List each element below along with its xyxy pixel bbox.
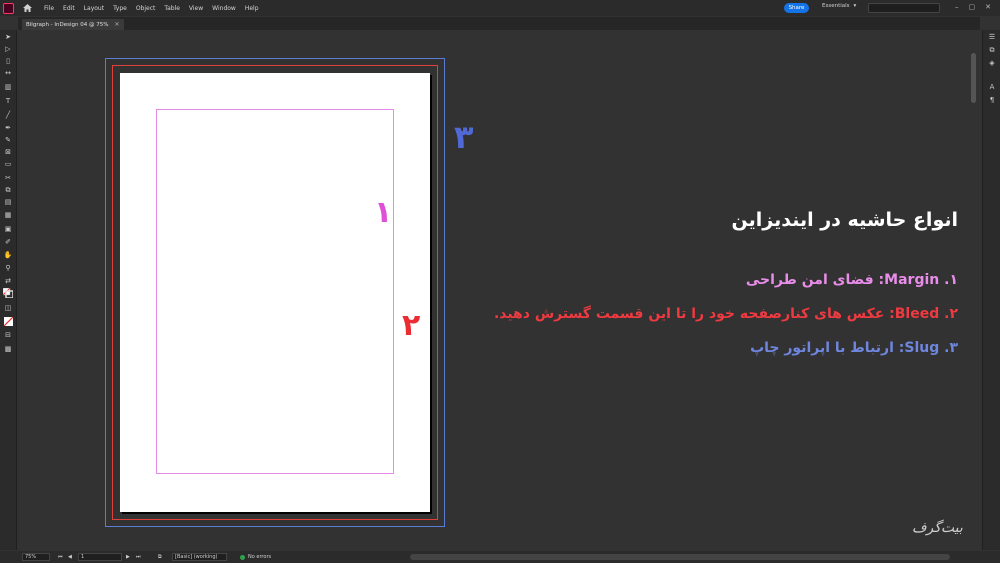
bleed-number-label: ۲ <box>402 308 421 343</box>
properties-panel-icon[interactable]: ☰ <box>987 32 997 42</box>
layers-panel-icon[interactable]: ◈ <box>987 58 997 68</box>
paragraph-panel-icon[interactable]: ¶ <box>987 95 997 105</box>
margin-guide <box>156 109 394 474</box>
menu-items: File Edit Layout Type Object Table View … <box>44 5 259 12</box>
margin-number-label: ۱ <box>374 195 393 230</box>
horizontal-scrollbar[interactable] <box>410 554 950 560</box>
panel-dock: ☰ ⧉ ◈ A ¶ <box>982 30 1000 550</box>
formatting-container-icon[interactable]: ◫ <box>3 303 13 313</box>
prev-page-button[interactable]: ◀ <box>68 553 72 561</box>
home-icon[interactable] <box>22 3 32 13</box>
indesign-logo-icon <box>3 2 14 14</box>
selection-tool-icon[interactable]: ➤ <box>3 32 13 42</box>
page-number-value: 1 <box>81 554 85 560</box>
first-page-button[interactable]: ⏮ <box>58 553 63 561</box>
info-line-bleed: ۲. Bleed: عکس های کنارصفحه خود را تا این… <box>493 306 958 322</box>
content-collector-icon[interactable]: ▥ <box>3 82 13 92</box>
search-input[interactable] <box>868 3 940 13</box>
scissors-tool-icon[interactable]: ✂ <box>3 173 13 183</box>
document-tab[interactable]: Bilgraph - InDesign 04 @ 75% ✕ <box>22 19 124 30</box>
info-title: انواع حاشیه در ایندیزاین <box>731 209 958 231</box>
line-tool-icon[interactable]: ╱ <box>3 110 13 120</box>
direct-selection-tool-icon[interactable]: ▷ <box>3 44 13 54</box>
pencil-tool-icon[interactable]: ✎ <box>3 135 13 145</box>
gradient-feather-tool-icon[interactable]: ▦ <box>3 210 13 220</box>
info-line-margin: ۱. Margin: فضای امن طراحی <box>745 272 958 288</box>
share-button[interactable]: Share <box>784 3 809 13</box>
document-tab-bar: Bilgraph - InDesign 04 @ 75% ✕ <box>18 17 980 30</box>
preflight-ok-icon <box>240 554 245 560</box>
page-tool-icon[interactable]: ▯ <box>3 56 13 66</box>
hand-tool-icon[interactable]: ✋ <box>3 250 13 260</box>
gap-tool-icon[interactable]: ↔ <box>3 68 13 78</box>
rectangle-tool-icon[interactable]: ▭ <box>3 159 13 169</box>
character-panel-icon[interactable]: A <box>987 82 997 92</box>
zoom-tool-icon[interactable]: ⚲ <box>3 263 13 273</box>
pages-panel-icon[interactable]: ⧉ <box>987 45 997 55</box>
menu-object[interactable]: Object <box>136 5 156 12</box>
scrollbar-thumb[interactable] <box>971 53 976 103</box>
fill-stroke-swatch-icon[interactable] <box>3 288 13 298</box>
type-tool-icon[interactable]: T <box>3 96 13 106</box>
maximize-icon[interactable]: ▢ <box>969 3 976 11</box>
zoom-field[interactable]: 75% <box>22 553 50 561</box>
apply-none-icon[interactable] <box>3 316 13 326</box>
menu-type[interactable]: Type <box>113 5 127 12</box>
free-transform-tool-icon[interactable]: ⧉ <box>3 185 13 195</box>
menu-file[interactable]: File <box>44 5 54 12</box>
page-number-field[interactable]: 1 <box>78 553 122 561</box>
watermark-logo: بیت‌گرف <box>912 520 963 536</box>
next-page-button[interactable]: ▶ <box>126 553 130 561</box>
tools-panel: ➤ ▷ ▯ ↔ ▥ T ╱ ✒ ✎ ⊠ ▭ ✂ ⧉ ▤ ▦ ▣ ✐ ✋ ⚲ ⇄ … <box>0 30 17 550</box>
menu-layout[interactable]: Layout <box>84 5 104 12</box>
workspace-label: Essentials <box>822 3 850 9</box>
minimize-icon[interactable]: – <box>955 3 959 11</box>
menu-edit[interactable]: Edit <box>63 5 75 12</box>
window-controls: – ▢ ✕ <box>955 3 991 11</box>
document-tab-title: Bilgraph - InDesign 04 @ 75% <box>26 21 109 28</box>
eyedropper-tool-icon[interactable]: ✐ <box>3 237 13 247</box>
preflight-status[interactable]: No errors <box>240 553 271 561</box>
preflight-text: No errors <box>248 554 272 560</box>
chevron-down-icon: ▾ <box>853 3 857 9</box>
close-icon[interactable]: ✕ <box>114 21 119 28</box>
rectangle-frame-tool-icon[interactable]: ⊠ <box>3 147 13 157</box>
zoom-value: 75% <box>25 554 37 560</box>
gradient-swatch-tool-icon[interactable]: ▤ <box>3 197 13 207</box>
note-tool-icon[interactable]: ▣ <box>3 224 13 234</box>
page-style-value: [Basic] (working) <box>175 554 218 560</box>
menu-table[interactable]: Table <box>164 5 180 12</box>
menu-window[interactable]: Window <box>212 5 236 12</box>
close-icon[interactable]: ✕ <box>985 3 991 11</box>
info-line-slug: ۳. Slug: ارتباط با اپراتور چاپ <box>750 340 958 356</box>
view-mode-icon[interactable]: ▩ <box>3 344 13 354</box>
pen-tool-icon[interactable]: ✒ <box>3 123 13 133</box>
last-page-button[interactable]: ⏭ <box>136 553 141 561</box>
slug-number-label: ۳ <box>454 118 474 156</box>
menu-view[interactable]: View <box>189 5 203 12</box>
menu-help[interactable]: Help <box>245 5 259 12</box>
page-style-field[interactable]: [Basic] (working) <box>172 553 227 561</box>
open-page-icon[interactable]: ⧉ <box>158 553 162 561</box>
status-bar: 75% ⏮ ◀ 1 ▶ ⏭ ⧉ [Basic] (working) No err… <box>0 551 1000 563</box>
menu-bar: File Edit Layout Type Object Table View … <box>0 0 1000 16</box>
workspace-switcher[interactable]: Essentials ▾ <box>822 3 856 9</box>
vertical-scrollbar[interactable] <box>970 33 977 550</box>
swap-fill-stroke-icon[interactable]: ⇄ <box>3 276 13 286</box>
screen-mode-icon[interactable]: ⊟ <box>3 330 13 340</box>
